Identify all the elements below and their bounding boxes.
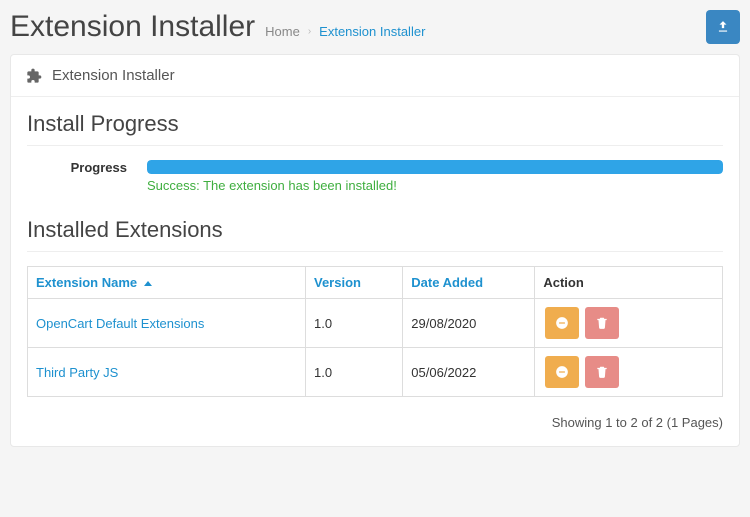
page-title: Extension Installer	[10, 10, 255, 44]
sort-date-link[interactable]: Date Added	[411, 275, 483, 290]
installed-extensions-legend: Installed Extensions	[27, 217, 723, 252]
success-message: Success: The extension has been installe…	[147, 178, 723, 193]
sort-name-link[interactable]: Extension Name	[36, 275, 152, 290]
progress-label: Progress	[27, 160, 127, 175]
pagination-info: Showing 1 to 2 of 2 (1 Pages)	[27, 415, 723, 430]
trash-icon	[595, 365, 609, 379]
panel-body: Install Progress Progress Success: The e…	[11, 97, 739, 446]
sort-version-link[interactable]: Version	[314, 275, 361, 290]
uninstall-button[interactable]	[585, 307, 619, 339]
minus-circle-icon	[555, 365, 569, 379]
col-header-version[interactable]: Version	[306, 267, 403, 299]
page-header: Extension Installer Home › Extension Ins…	[0, 0, 750, 54]
disable-button[interactable]	[545, 356, 579, 388]
table-row: OpenCart Default Extensions 1.0 29/08/20…	[28, 299, 723, 348]
col-header-name-text: Extension Name	[36, 275, 137, 290]
install-progress-legend: Install Progress	[27, 111, 723, 146]
trash-icon	[595, 316, 609, 330]
minus-circle-icon	[555, 316, 569, 330]
col-header-name[interactable]: Extension Name	[28, 267, 306, 299]
extension-date: 29/08/2020	[403, 299, 535, 348]
progress-bar	[147, 160, 723, 174]
extension-actions	[535, 348, 723, 397]
disable-button[interactable]	[545, 307, 579, 339]
sort-asc-icon	[144, 281, 152, 286]
progress-bar-fill	[147, 160, 723, 174]
breadcrumb-current[interactable]: Extension Installer	[319, 24, 425, 39]
table-header-row: Extension Name Version Date Added Action	[28, 267, 723, 299]
extension-version: 1.0	[306, 348, 403, 397]
table-row: Third Party JS 1.0 05/06/2022	[28, 348, 723, 397]
panel-heading-text: Extension Installer	[52, 67, 175, 84]
progress-wrap: Success: The extension has been installe…	[147, 160, 723, 193]
col-header-date[interactable]: Date Added	[403, 267, 535, 299]
header-left: Extension Installer Home › Extension Ins…	[10, 10, 425, 44]
upload-icon	[716, 20, 730, 34]
puzzle-icon	[26, 68, 42, 84]
extension-date: 05/06/2022	[403, 348, 535, 397]
progress-row: Progress Success: The extension has been…	[27, 160, 723, 193]
panel: Extension Installer Install Progress Pro…	[10, 54, 740, 447]
extension-name-link[interactable]: Third Party JS	[36, 365, 118, 380]
upload-button[interactable]	[706, 10, 740, 44]
panel-heading: Extension Installer	[11, 55, 739, 97]
extension-name-link[interactable]: OpenCart Default Extensions	[36, 316, 204, 331]
col-header-action: Action	[535, 267, 723, 299]
extension-actions	[535, 299, 723, 348]
extension-version: 1.0	[306, 299, 403, 348]
uninstall-button[interactable]	[585, 356, 619, 388]
extensions-table: Extension Name Version Date Added Action	[27, 266, 723, 397]
breadcrumb: Home › Extension Installer	[265, 24, 425, 39]
breadcrumb-home[interactable]: Home	[265, 24, 300, 39]
chevron-right-icon: ›	[308, 26, 311, 37]
